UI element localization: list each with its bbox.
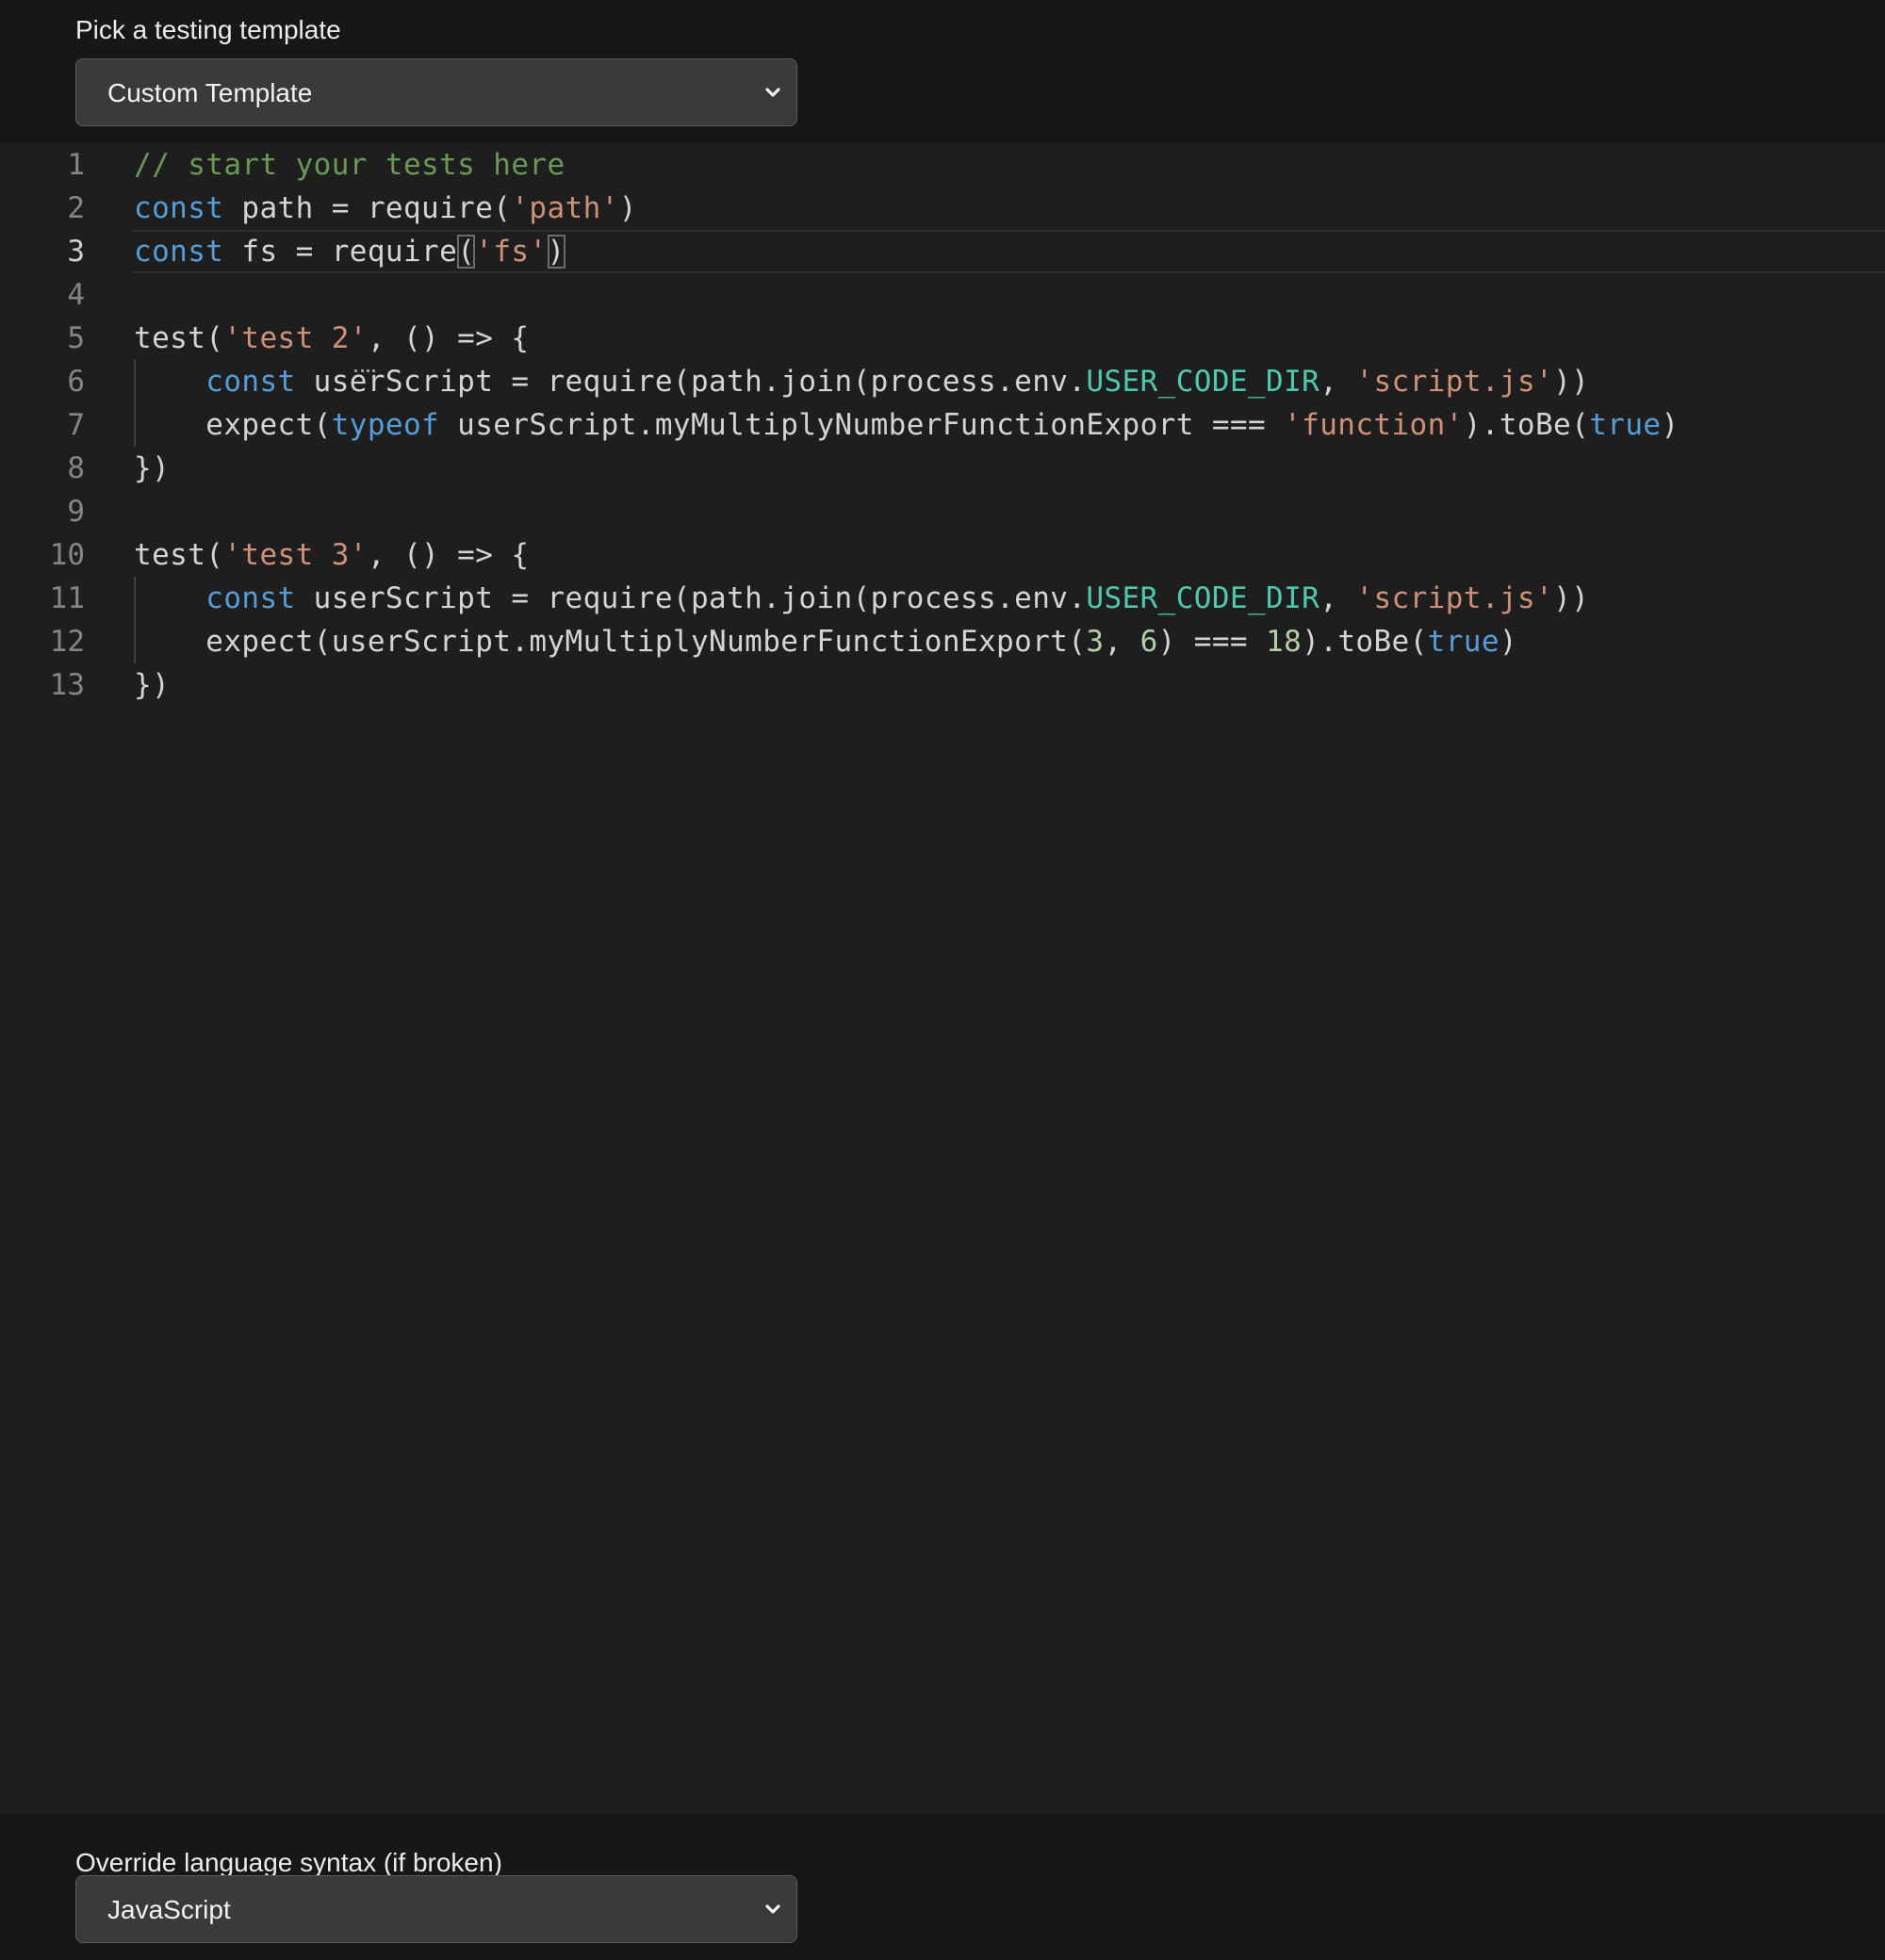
line-number: 5 (67, 321, 85, 355)
code-token: 'function' (1284, 408, 1464, 442)
code-token: const (205, 365, 296, 399)
code-line[interactable]: 7 expect(typeof userScript.myMultiplyNum… (0, 403, 1885, 447)
code-token: expect(userScript.myMultiplyNumberFuncti… (134, 625, 1087, 659)
line-code: test('test 3', () => { (134, 533, 529, 577)
code-token: const (134, 191, 224, 225)
code-token: ) (1499, 625, 1517, 659)
language-select-value: JavaScript (107, 1895, 231, 1924)
line-number: 2 (67, 191, 85, 225)
code-token: typeof (331, 408, 440, 442)
code-token: ) (618, 191, 637, 225)
chevron-down-icon (765, 88, 780, 97)
line-code: }) (134, 447, 170, 490)
code-line[interactable]: 9 (0, 490, 1885, 533)
code-token: true (1427, 625, 1500, 659)
line-code: }) (134, 663, 170, 707)
code-token: 'test 3' (223, 538, 368, 572)
code-token: , (1104, 625, 1140, 659)
code-token: }) (134, 668, 171, 702)
code-token: , () => { (367, 321, 530, 355)
code-token: = require (277, 235, 458, 269)
line-code: const userScript = require(path.join(pro… (134, 360, 1589, 403)
code-token: , (1320, 581, 1356, 615)
code-token: userScript.myMultiplyNumberFunctionExpor… (439, 408, 1285, 442)
code-token: USER_CODE_DIR (1086, 365, 1320, 399)
code-token: ).toBe( (1302, 625, 1428, 659)
code-token: ( (457, 235, 476, 269)
code-token: // start your tests here (134, 148, 566, 182)
line-number: 10 (49, 538, 85, 572)
code-token: ) === (1157, 625, 1267, 659)
line-code: expect(userScript.myMultiplyNumberFuncti… (134, 620, 1517, 663)
template-select[interactable]: Custom Template (75, 58, 797, 126)
code-line[interactable]: 8}) (0, 447, 1885, 490)
language-select[interactable]: JavaScript (75, 1875, 797, 1943)
code-token: 'fs' (475, 235, 548, 269)
code-token: USER_CODE_DIR (1086, 581, 1320, 615)
code-token: 'script.js' (1355, 365, 1554, 399)
code-line[interactable]: 12 expect(userScript.myMultiplyNumberFun… (0, 620, 1885, 663)
hint-squiggle (354, 366, 375, 372)
code-token: ).toBe( (1463, 408, 1590, 442)
line-code: expect(typeof userScript.myMultiplyNumbe… (134, 403, 1680, 447)
line-number: 8 (67, 451, 85, 485)
code-token: test( (134, 321, 224, 355)
template-picker-section: Pick a testing template Custom Template (0, 0, 1885, 143)
code-token: 'test 2' (223, 321, 368, 355)
line-number: 1 (67, 148, 85, 182)
code-line[interactable]: 3 const fs = require('fs') (0, 230, 1885, 273)
line-code: // start your tests here (134, 143, 566, 187)
line-code: const path = require('path') (134, 187, 637, 230)
line-number: 3 (67, 235, 85, 269)
code-line[interactable]: 5 test('test 2', () => { (0, 317, 1885, 360)
code-token: 18 (1266, 625, 1303, 659)
code-token: )) (1553, 365, 1590, 399)
code-token: 'script.js' (1355, 581, 1554, 615)
template-select-value: Custom Template (107, 78, 313, 107)
code-token: , (1320, 365, 1356, 399)
line-number: 6 (67, 365, 85, 399)
code-editor[interactable]: 1 // start your tests here 2 const path = r… (0, 143, 1885, 1814)
template-picker-label: Pick a testing template (75, 15, 341, 44)
code-token: test( (134, 538, 224, 572)
code-token: )) (1553, 581, 1590, 615)
code-token: userScript = require(path.join(process.e… (295, 581, 1087, 615)
code-token: const (205, 581, 296, 615)
line-number: 9 (67, 495, 85, 529)
code-token: path = require( (223, 191, 512, 225)
code-token: 'path' (511, 191, 619, 225)
code-token: fs (241, 235, 278, 269)
line-number: 13 (49, 668, 85, 702)
code-line[interactable]: 2 const path = require('path') (0, 187, 1885, 230)
code-token: , () => { (367, 538, 530, 572)
code-line[interactable]: 1 // start your tests here (0, 143, 1885, 187)
code-token: 3 (1086, 625, 1105, 659)
language-override-section: Override language syntax (if broken) Jav… (0, 1814, 1885, 1960)
code-token: userScript = require(path.join(process.e… (295, 365, 1087, 399)
line-number: 7 (67, 408, 85, 442)
line-number: 12 (49, 625, 85, 659)
code-token: true (1589, 408, 1662, 442)
code-token: }) (134, 451, 171, 485)
code-line[interactable]: 13}) (0, 663, 1885, 707)
code-line[interactable]: 6 const userScript = require(path.join(p… (0, 360, 1885, 403)
code-token: expect( (134, 408, 332, 442)
line-code: const fs = require('fs') (134, 230, 566, 273)
code-line[interactable]: 11 const userScript = require(path.join(… (0, 577, 1885, 620)
line-code: test('test 2', () => { (134, 317, 529, 360)
code-token: 6 (1139, 625, 1158, 659)
code-token: ) (547, 235, 566, 269)
language-override-label: Override language syntax (if broken) (75, 1848, 502, 1877)
chevron-down-icon (765, 1904, 780, 1914)
code-token: ) (1661, 408, 1680, 442)
line-number: 4 (67, 278, 85, 312)
line-code: const userScript = require(path.join(pro… (134, 577, 1589, 620)
code-line[interactable]: 4 (0, 273, 1885, 317)
line-number: 11 (49, 581, 85, 615)
code-token: const (134, 235, 224, 269)
code-line[interactable]: 10 test('test 3', () => { (0, 533, 1885, 577)
